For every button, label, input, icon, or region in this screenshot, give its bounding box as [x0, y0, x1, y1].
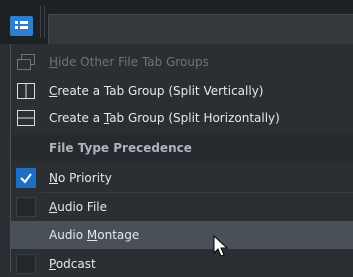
menu-item-split-horizontally[interactable]: Create a Tab Group (Split Horizontally) — [11, 104, 353, 131]
menu-item-label: Audio File — [49, 199, 108, 214]
toolbar-divider — [44, 6, 45, 38]
split-horizontal-icon — [17, 109, 35, 126]
checkbox-checked[interactable] — [16, 167, 36, 188]
menu-item-hide-other-groups[interactable]: Hide Other File Tab Groups — [11, 48, 353, 75]
menu-option-no-priority[interactable]: No Priority — [11, 164, 353, 191]
tab-group-menu-button[interactable] — [10, 16, 33, 36]
menu-item-label: Create a Tab Group (Split Vertically) — [49, 83, 264, 98]
menu-option-audio-file[interactable]: Audio File — [11, 193, 353, 220]
section-header-file-type-precedence: File Type Precedence — [11, 135, 353, 161]
toolbar-divider — [40, 6, 41, 38]
menu-item-label: No Priority — [49, 170, 112, 185]
context-menu: Hide Other File Tab Groups Create a Tab … — [10, 44, 353, 274]
checkbox-unchecked[interactable] — [16, 196, 36, 217]
menu-option-audio-montage[interactable]: Audio Montage — [11, 221, 353, 249]
checkbox-unchecked[interactable] — [16, 225, 36, 245]
checkmark-icon — [20, 172, 32, 184]
section-header-label: File Type Precedence — [49, 141, 192, 155]
file-tab-bar[interactable] — [48, 14, 353, 44]
menu-item-label: Hide Other File Tab Groups — [49, 54, 209, 69]
menu-item-label: Podcast — [49, 256, 96, 271]
checkbox-unchecked[interactable] — [16, 253, 36, 274]
menu-item-label: Audio Montage — [49, 228, 140, 242]
mouse-cursor-icon — [213, 235, 229, 257]
menu-item-label: Create a Tab Group (Split Horizontally) — [49, 110, 280, 125]
menu-list-icon — [15, 21, 28, 29]
window-icon — [17, 53, 35, 70]
menu-item-split-vertically[interactable]: Create a Tab Group (Split Vertically) — [11, 77, 353, 104]
split-vertical-icon — [17, 82, 35, 99]
